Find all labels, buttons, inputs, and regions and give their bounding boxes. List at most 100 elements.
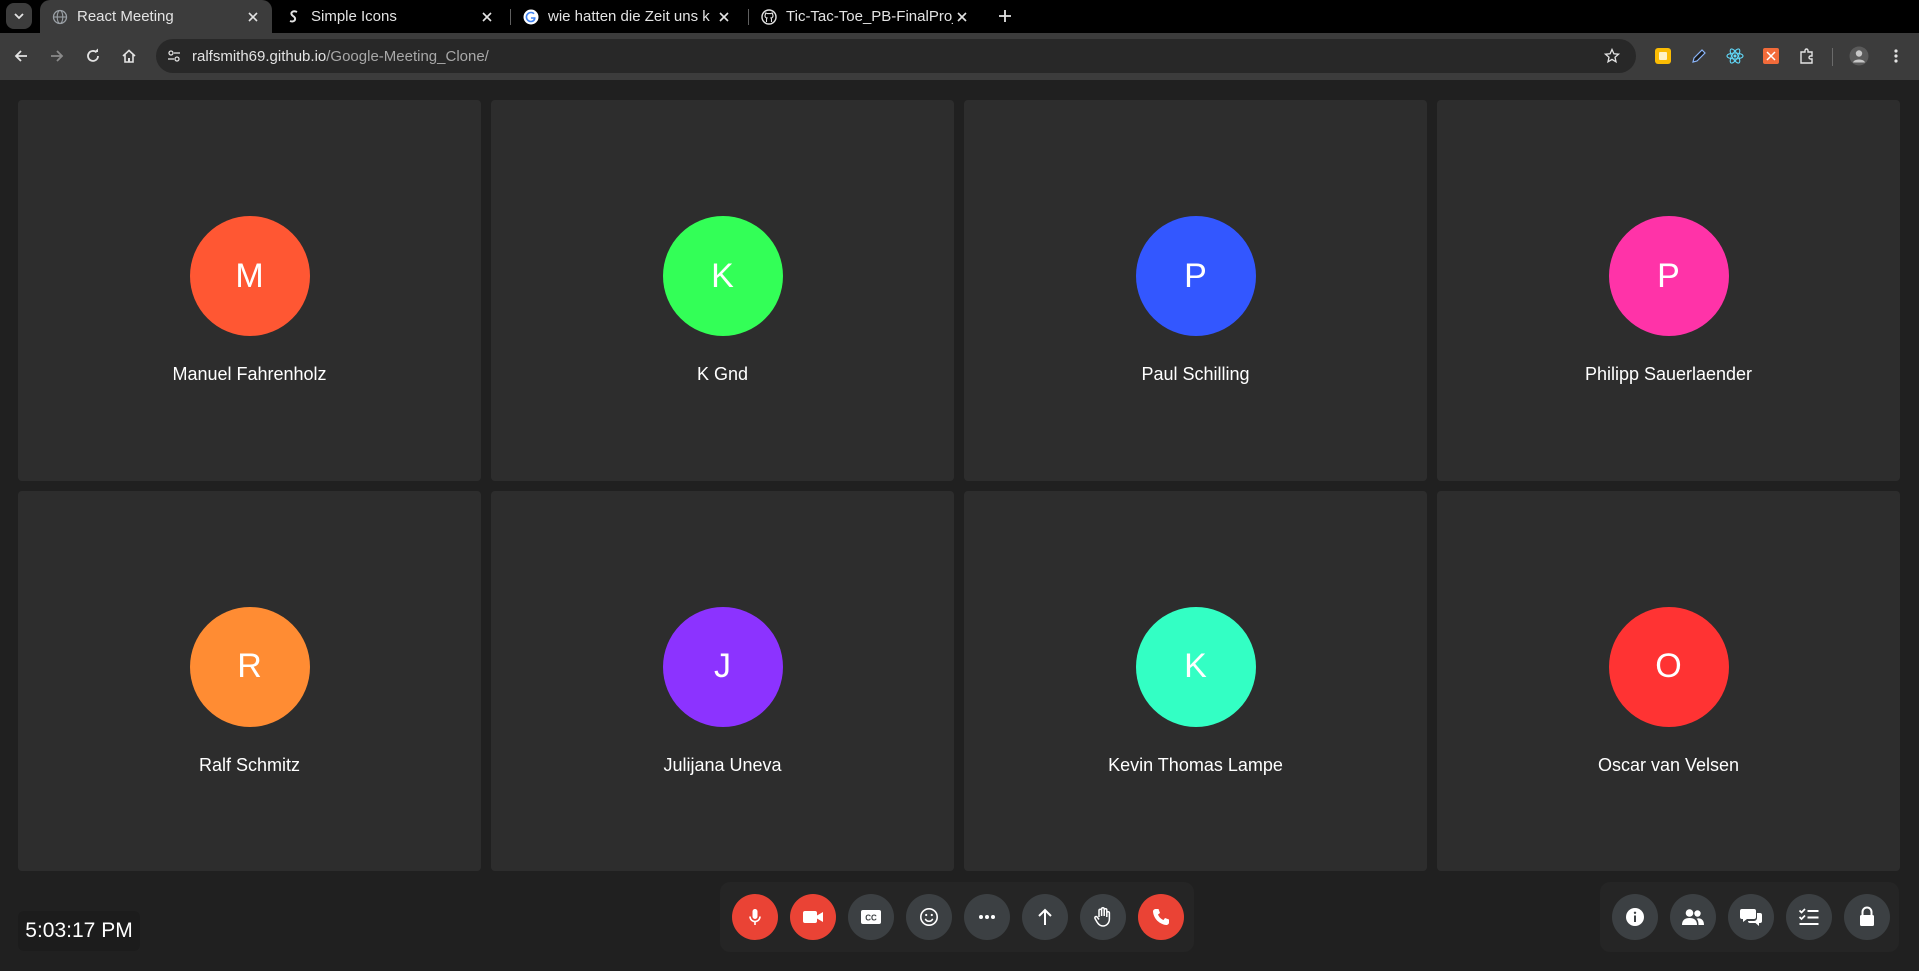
people-button[interactable] xyxy=(1670,894,1716,940)
tab-google-search[interactable]: wie hatten die Zeit uns k xyxy=(511,0,743,33)
tab-title: Simple Icons xyxy=(311,8,397,25)
participant-name: K Gnd xyxy=(696,364,749,384)
github-logo-icon xyxy=(761,8,777,25)
home-button[interactable] xyxy=(115,42,143,70)
participant-tile[interactable]: P Philipp Sauerlaender xyxy=(1437,100,1900,481)
arrow-left-icon xyxy=(14,50,27,62)
participant-avatar: K xyxy=(662,216,783,336)
participant-tile[interactable]: P Paul Schilling xyxy=(964,100,1427,481)
participant-tile[interactable]: K Kevin Thomas Lampe xyxy=(964,490,1427,871)
leave-call-button[interactable] xyxy=(1138,894,1184,940)
participant-avatar: M xyxy=(189,216,310,336)
emoji-icon xyxy=(920,908,938,926)
browser-tab-strip: React Meeting Simple Icons wie hatten di… xyxy=(0,0,1919,33)
participant-name: Kevin Thomas Lampe xyxy=(1108,754,1283,775)
new-tab-button[interactable] xyxy=(992,3,1018,29)
participant-grid: M Manuel Fahrenholz K K Gnd P Paul Schil… xyxy=(18,100,1900,871)
participant-name: Paul Schilling xyxy=(1141,364,1250,384)
close-tab-icon[interactable] xyxy=(715,8,733,26)
participant-tile[interactable]: O Oscar van Velsen xyxy=(1437,490,1900,871)
chat-button[interactable] xyxy=(1728,894,1774,940)
close-tab-icon[interactable] xyxy=(953,8,971,26)
profile-button[interactable] xyxy=(1848,45,1870,67)
address-bar[interactable]: ralfsmith69.github.io/Google-Meeting_Clo… xyxy=(156,39,1636,73)
google-logo-icon xyxy=(523,9,539,25)
browser-toolbar: ralfsmith69.github.io/Google-Meeting_Clo… xyxy=(0,33,1919,80)
extension-logo-icon xyxy=(1763,48,1779,64)
participant-avatar: J xyxy=(662,606,783,727)
home-icon xyxy=(122,49,136,63)
participant-name: Oscar van Velsen xyxy=(1597,754,1740,775)
chevron-down-icon xyxy=(14,13,24,20)
puzzle-piece-icon xyxy=(1800,48,1813,64)
participant-name: Manuel Fahrenholz xyxy=(172,364,327,384)
star-icon xyxy=(1604,48,1620,64)
tab-title: wie hatten die Zeit uns k xyxy=(548,8,710,25)
extensions-menu-button[interactable] xyxy=(1796,45,1818,67)
tab-github[interactable]: Tic-Tac-Toe_PB-FinalProj xyxy=(749,0,981,33)
tab-title: React Meeting xyxy=(77,8,174,25)
toggle-microphone-button[interactable] xyxy=(732,894,778,940)
call-controls-bar: CC xyxy=(720,882,1194,952)
site-info-button[interactable] xyxy=(162,44,186,68)
reactions-button[interactable] xyxy=(906,894,952,940)
pen-icon xyxy=(1692,49,1706,63)
forward-button[interactable] xyxy=(43,42,71,70)
extension-react-devtools-button[interactable] xyxy=(1724,45,1746,67)
close-tab-icon[interactable] xyxy=(478,8,496,26)
participant-tile[interactable]: M Manuel Fahrenholz xyxy=(18,100,481,481)
activities-icon xyxy=(1798,908,1819,925)
browser-menu-button[interactable] xyxy=(1885,45,1907,67)
participant-tile[interactable]: K K Gnd xyxy=(491,100,954,481)
participant-avatar: P xyxy=(1135,216,1256,336)
raise-hand-button[interactable] xyxy=(1080,894,1126,940)
participant-name: Julijana Uneva xyxy=(663,754,782,775)
video-camera-icon xyxy=(803,911,823,923)
avatar-icon xyxy=(1849,46,1869,66)
present-screen-button[interactable] xyxy=(1022,894,1068,940)
meeting-info-button[interactable] xyxy=(1612,894,1658,940)
activities-button[interactable] xyxy=(1786,894,1832,940)
more-options-icon xyxy=(979,915,995,919)
tab-search-button[interactable] xyxy=(6,3,32,29)
more-vertical-icon xyxy=(1894,49,1898,63)
url-path: /Google-Meeting_Clone/ xyxy=(326,48,489,65)
meeting-clock: 5:03:17 PM xyxy=(18,911,140,951)
tab-title: Tic-Tac-Toe_PB-FinalProj xyxy=(786,8,953,25)
more-options-button[interactable] xyxy=(964,894,1010,940)
host-controls-button[interactable] xyxy=(1844,894,1890,940)
participant-tile[interactable]: R Ralf Schmitz xyxy=(18,490,481,871)
participant-name: Ralf Schmitz xyxy=(198,754,301,775)
leave-call-icon xyxy=(1153,909,1169,925)
react-logo-icon xyxy=(1726,48,1744,64)
url-text: ralfsmith69.github.io/Google-Meeting_Clo… xyxy=(192,48,489,65)
sticky-note-icon xyxy=(1655,48,1671,64)
bookmark-star-button[interactable] xyxy=(1602,46,1622,66)
extension-pen-button[interactable] xyxy=(1688,45,1710,67)
participant-avatar: K xyxy=(1135,606,1256,727)
meeting-tools-bar xyxy=(1600,882,1899,952)
meeting-page: M Manuel Fahrenholz K K Gnd P Paul Schil… xyxy=(0,80,1919,971)
participant-avatar: P xyxy=(1608,216,1729,336)
captions-button[interactable]: CC xyxy=(848,894,894,940)
reload-button[interactable] xyxy=(79,42,107,70)
plus-icon xyxy=(999,10,1011,22)
close-tab-icon[interactable] xyxy=(244,8,262,26)
reload-icon xyxy=(87,48,99,62)
participant-name: Philipp Sauerlaender xyxy=(1584,364,1753,384)
participant-tile[interactable]: J Julijana Uneva xyxy=(491,490,954,871)
extension-notes-button[interactable] xyxy=(1652,45,1674,67)
tab-react-meeting[interactable]: React Meeting xyxy=(40,0,272,33)
lock-icon xyxy=(1860,906,1874,926)
chat-icon xyxy=(1740,909,1762,926)
participant-avatar: O xyxy=(1608,606,1729,727)
participant-avatar: R xyxy=(189,606,310,727)
arrow-right-icon xyxy=(51,50,64,62)
extension-orange-button[interactable] xyxy=(1760,45,1782,67)
back-button[interactable] xyxy=(7,42,35,70)
microphone-icon xyxy=(749,909,761,925)
tab-simple-icons[interactable]: Simple Icons xyxy=(274,0,506,33)
simple-icons-logo-icon xyxy=(286,9,302,25)
info-icon xyxy=(1626,908,1644,926)
toggle-camera-button[interactable] xyxy=(790,894,836,940)
